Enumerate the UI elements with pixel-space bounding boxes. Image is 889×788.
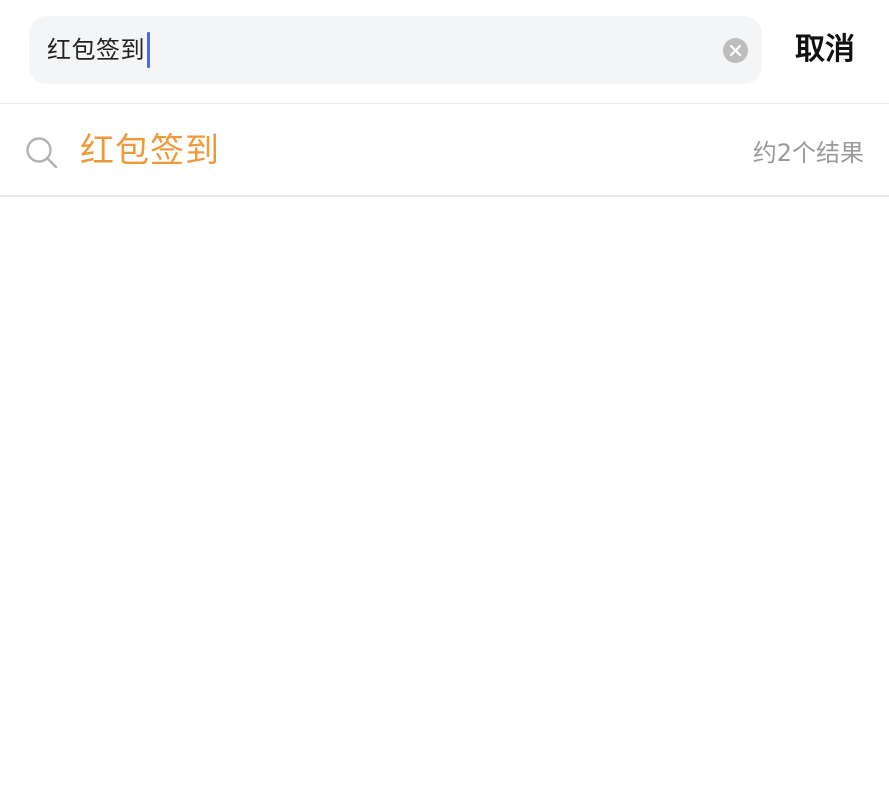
- text-caret: [147, 32, 150, 68]
- suggestion-term: 红包签到: [80, 131, 220, 171]
- search-suggestion-row[interactable]: 红包签到 约2个结果: [0, 105, 889, 197]
- search-page: 红包签到 取消 红包签到 约2个结果: [0, 0, 889, 788]
- clear-icon[interactable]: [723, 38, 748, 63]
- search-input-value[interactable]: 红包签到: [47, 35, 145, 65]
- cancel-button[interactable]: 取消: [795, 30, 855, 70]
- search-input[interactable]: 红包签到: [29, 16, 762, 84]
- search-header: 红包签到 取消: [0, 0, 889, 104]
- result-count: 约2个结果: [752, 139, 864, 167]
- search-icon: [24, 135, 60, 171]
